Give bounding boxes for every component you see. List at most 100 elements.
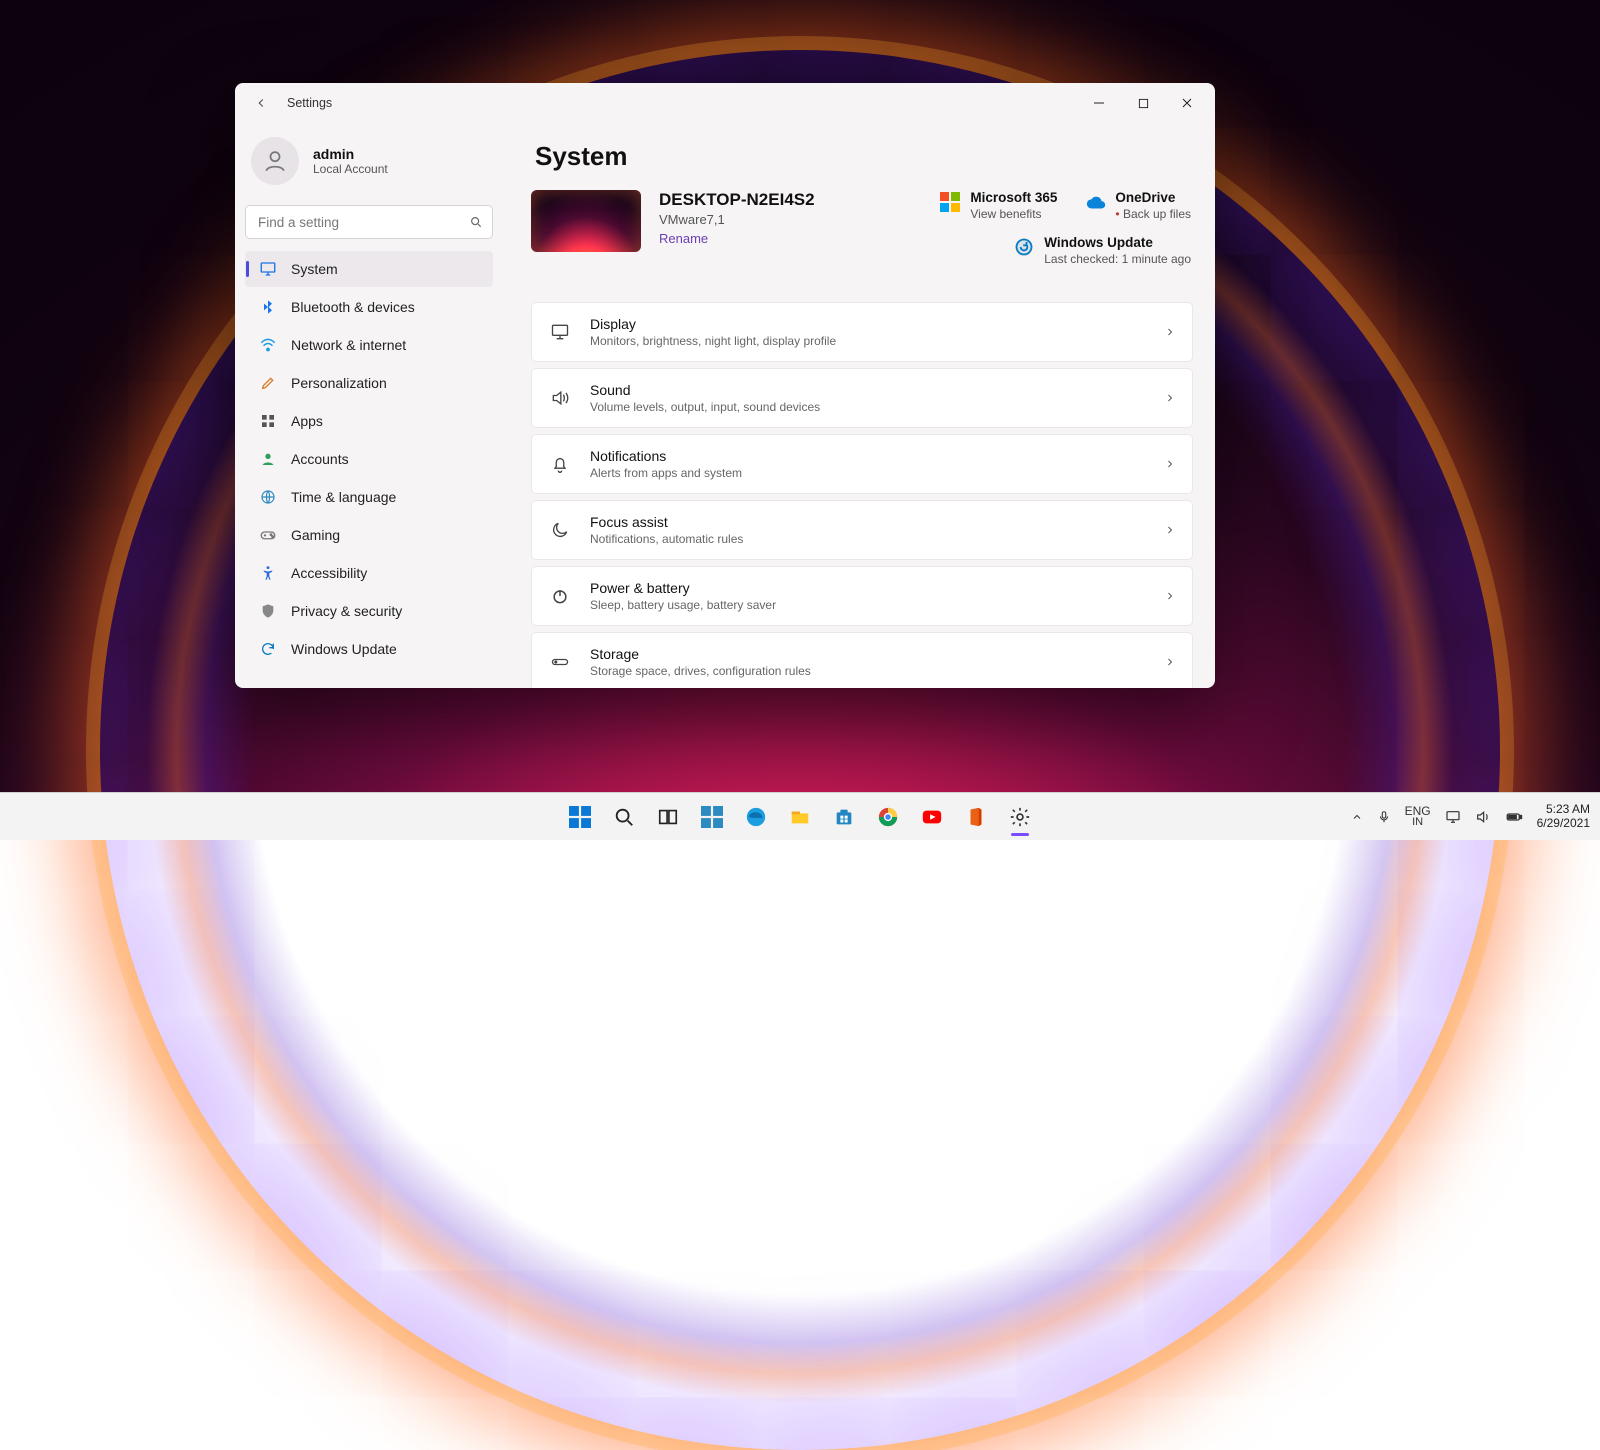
sidebar-item-label: Accounts [291, 451, 349, 467]
sidebar-item-privacy-security[interactable]: Privacy & security [245, 593, 493, 629]
update-title: Windows Update [1044, 235, 1191, 250]
tray-mic-icon[interactable] [1377, 810, 1391, 824]
profile-name: admin [313, 146, 388, 162]
system-tray: ENG IN 5:23 AM 6/29/2021 [1351, 793, 1590, 840]
ms-store-button[interactable] [824, 797, 864, 837]
office-button[interactable] [956, 797, 996, 837]
settings-item-notifications[interactable]: Notifications Alerts from apps and syste… [531, 434, 1193, 494]
monitor-icon [259, 260, 277, 278]
device-thumbnail [531, 190, 641, 252]
sidebar-item-bluetooth-devices[interactable]: Bluetooth & devices [245, 289, 493, 325]
sidebar-item-label: Apps [291, 413, 323, 429]
ms365-icon [940, 192, 960, 212]
tray-network-icon[interactable] [1445, 809, 1461, 825]
widgets-button[interactable] [692, 797, 732, 837]
windows-update-link[interactable]: Windows Update Last checked: 1 minute ag… [1014, 235, 1191, 266]
settings-item-display[interactable]: Display Monitors, brightness, night ligh… [531, 302, 1193, 362]
card-subtitle: Storage space, drives, configuration rul… [590, 664, 811, 678]
settings-item-power-battery[interactable]: Power & battery Sleep, battery usage, ba… [531, 566, 1193, 626]
settings-item-focus-assist[interactable]: Focus assist Notifications, automatic ru… [531, 500, 1193, 560]
chevron-right-icon [1164, 458, 1176, 470]
settings-item-storage[interactable]: Storage Storage space, drives, configura… [531, 632, 1193, 688]
gamepad-icon [259, 526, 277, 544]
onedrive-subtitle: Back up files [1115, 207, 1191, 221]
update-icon [259, 640, 277, 658]
globe-icon [259, 488, 277, 506]
card-subtitle: Volume levels, output, input, sound devi… [590, 400, 820, 414]
sidebar-item-label: Accessibility [291, 565, 367, 581]
card-subtitle: Sleep, battery usage, battery saver [590, 598, 776, 612]
tray-volume-icon[interactable] [1475, 809, 1491, 825]
sidebar-item-system[interactable]: System [245, 251, 493, 287]
youtube-button[interactable] [912, 797, 952, 837]
device-name: DESKTOP-N2EI4S2 [659, 190, 815, 210]
chevron-right-icon [1164, 392, 1176, 404]
start-button[interactable] [560, 797, 600, 837]
tray-clock[interactable]: 5:23 AM 6/29/2021 [1537, 803, 1590, 831]
tray-battery-icon[interactable] [1505, 808, 1523, 826]
search-wrap [245, 205, 493, 239]
ms365-title: Microsoft 365 [970, 190, 1057, 205]
device-model: VMware7,1 [659, 212, 815, 227]
onedrive-title: OneDrive [1115, 190, 1191, 205]
search-input[interactable] [245, 205, 493, 239]
hero-quick-links: Microsoft 365 View benefits OneDrive Bac… [940, 190, 1191, 266]
sidebar-item-accessibility[interactable]: Accessibility [245, 555, 493, 591]
sidebar-item-gaming[interactable]: Gaming [245, 517, 493, 553]
moon-icon [550, 520, 570, 540]
card-title: Notifications [590, 448, 742, 464]
tray-date: 6/29/2021 [1537, 817, 1590, 831]
onedrive-link[interactable]: OneDrive Back up files [1085, 190, 1191, 221]
task-view-button[interactable] [648, 797, 688, 837]
sidebar-item-label: Bluetooth & devices [291, 299, 415, 315]
sidebar-item-time-language[interactable]: Time & language [245, 479, 493, 515]
sidebar-item-apps[interactable]: Apps [245, 403, 493, 439]
sidebar-nav: System Bluetooth & devices Network & int… [245, 251, 493, 667]
search-button[interactable] [604, 797, 644, 837]
taskbar: ENG IN 5:23 AM 6/29/2021 [0, 792, 1600, 840]
wifi-icon [259, 336, 277, 354]
device-hero: DESKTOP-N2EI4S2 VMware7,1 Rename Microso… [531, 190, 1193, 280]
tray-language[interactable]: ENG IN [1405, 805, 1431, 828]
sidebar-item-windows-update[interactable]: Windows Update [245, 631, 493, 667]
window-title: Settings [287, 96, 332, 110]
settings-window: Settings admin Local Account [235, 83, 1215, 688]
update-subtitle: Last checked: 1 minute ago [1044, 252, 1191, 266]
maximize-button[interactable] [1121, 87, 1165, 119]
sidebar-item-label: Gaming [291, 527, 340, 543]
chevron-right-icon [1164, 656, 1176, 668]
card-subtitle: Notifications, automatic rules [590, 532, 743, 546]
avatar [251, 137, 299, 185]
rename-link[interactable]: Rename [659, 231, 815, 246]
edge-button[interactable] [736, 797, 776, 837]
close-button[interactable] [1165, 87, 1209, 119]
settings-taskbar-button[interactable] [1000, 797, 1040, 837]
card-title: Sound [590, 382, 820, 398]
update-icon [1014, 237, 1034, 257]
system-settings-list: Display Monitors, brightness, night ligh… [531, 302, 1193, 688]
chrome-button[interactable] [868, 797, 908, 837]
sidebar-item-accounts[interactable]: Accounts [245, 441, 493, 477]
onedrive-icon [1085, 192, 1105, 212]
sidebar-item-label: Time & language [291, 489, 396, 505]
sidebar-item-label: Windows Update [291, 641, 397, 657]
sidebar: admin Local Account System Bluetooth & d… [235, 123, 503, 688]
card-title: Power & battery [590, 580, 776, 596]
brush-icon [259, 374, 277, 392]
card-subtitle: Alerts from apps and system [590, 466, 742, 480]
titlebar: Settings [235, 83, 1215, 123]
chevron-right-icon [1164, 524, 1176, 536]
back-button[interactable] [249, 91, 273, 115]
file-explorer-button[interactable] [780, 797, 820, 837]
profile-block[interactable]: admin Local Account [245, 127, 493, 199]
tray-lang-2: IN [1412, 817, 1423, 828]
chevron-right-icon [1164, 590, 1176, 602]
ms365-link[interactable]: Microsoft 365 View benefits [940, 190, 1057, 221]
card-title: Focus assist [590, 514, 743, 530]
sidebar-item-network-internet[interactable]: Network & internet [245, 327, 493, 363]
tray-chevron-up-icon[interactable] [1351, 811, 1363, 823]
sidebar-item-personalization[interactable]: Personalization [245, 365, 493, 401]
settings-item-sound[interactable]: Sound Volume levels, output, input, soun… [531, 368, 1193, 428]
window-controls [1077, 87, 1209, 119]
minimize-button[interactable] [1077, 87, 1121, 119]
